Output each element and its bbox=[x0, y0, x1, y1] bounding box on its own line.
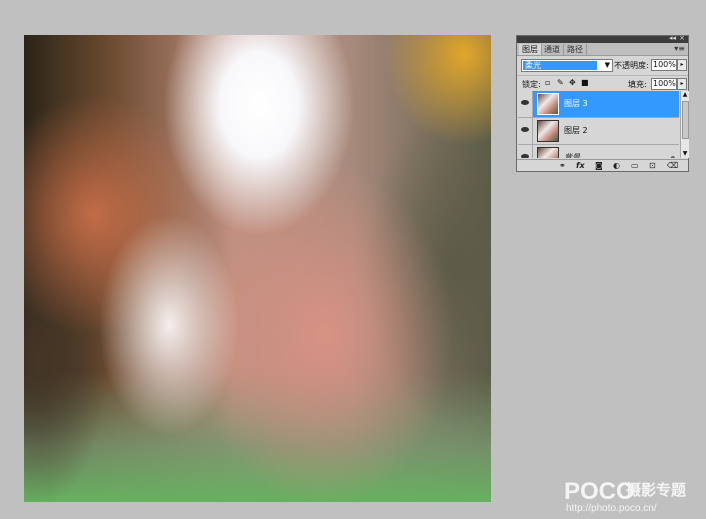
tab-paths[interactable]: 路径 bbox=[564, 44, 587, 55]
eye-icon bbox=[521, 100, 529, 105]
scroll-up-icon[interactable]: ▲ bbox=[681, 91, 689, 99]
layer-thumbnail bbox=[537, 147, 559, 158]
adjustment-layer-icon[interactable]: ◐ bbox=[613, 161, 620, 171]
eye-icon bbox=[521, 127, 529, 132]
visibility-toggle[interactable] bbox=[518, 118, 533, 144]
scroll-thumb[interactable] bbox=[682, 101, 689, 139]
visibility-toggle[interactable] bbox=[518, 91, 533, 117]
visibility-toggle[interactable] bbox=[518, 145, 533, 158]
panel-title-bar: ◂◂ × bbox=[517, 34, 688, 43]
close-icon[interactable]: × bbox=[679, 34, 685, 43]
lock-fill-row: 锁定: ▫ ✎ ✥ ■ 填充: 100% ▸ bbox=[517, 75, 688, 90]
opacity-input[interactable]: 100% bbox=[651, 59, 677, 71]
tab-layers[interactable]: 图层 bbox=[519, 44, 542, 55]
opacity-label: 不透明度: bbox=[614, 61, 649, 70]
layer-name: 图层 2 bbox=[564, 126, 588, 135]
lock-position-icon[interactable]: ✥ bbox=[569, 78, 576, 87]
blend-mode-value: 柔光 bbox=[523, 61, 597, 70]
lock-image-pixels-icon[interactable]: ✎ bbox=[557, 78, 564, 87]
layer-row-background[interactable]: 背景 🔒︎ bbox=[518, 145, 679, 158]
watermark-logo: POCO bbox=[564, 478, 635, 505]
watermark-url: http://photo.poco.cn/ bbox=[566, 503, 657, 514]
layer-thumbnail bbox=[537, 93, 559, 115]
new-layer-icon[interactable]: ⊡ bbox=[649, 161, 656, 171]
scroll-down-icon[interactable]: ▼ bbox=[681, 150, 689, 158]
fill-input[interactable]: 100% bbox=[651, 78, 677, 90]
layer-name: 背景 bbox=[564, 153, 580, 158]
layers-scrollbar[interactable]: ▲ ▼ bbox=[680, 91, 689, 158]
fill-label: 填充: bbox=[628, 80, 647, 89]
watermark-title: 摄影专题 bbox=[626, 481, 687, 499]
blend-opacity-row: 柔光 ▼ 不透明度: 100% ▸ bbox=[517, 57, 688, 73]
document-canvas[interactable] bbox=[24, 35, 491, 502]
layer-thumbnail bbox=[537, 120, 559, 142]
collapse-icon[interactable]: ◂◂ bbox=[669, 34, 676, 43]
layer-style-icon[interactable]: fx bbox=[576, 161, 585, 171]
opacity-slider-arrow-icon[interactable]: ▸ bbox=[677, 59, 687, 71]
new-group-icon[interactable]: ▭ bbox=[631, 161, 639, 171]
blend-mode-select[interactable]: 柔光 ▼ bbox=[521, 59, 613, 72]
layers-panel: ◂◂ × 图层 通道 路径 ▾≡ 柔光 ▼ 不透明度: 100% ▸ 锁定: ▫… bbox=[516, 34, 689, 172]
dropdown-arrow-icon[interactable]: ▼ bbox=[605, 60, 610, 71]
panel-tabs: 图层 通道 路径 ▾≡ bbox=[517, 43, 688, 56]
eye-icon bbox=[521, 154, 529, 158]
layer-name: 图层 3 bbox=[564, 99, 588, 108]
layer-row-2[interactable]: 图层 2 bbox=[518, 118, 679, 145]
layer-row-3[interactable]: 图层 3 bbox=[518, 91, 679, 118]
add-mask-icon[interactable]: ◙ bbox=[595, 161, 603, 171]
fill-slider-arrow-icon[interactable]: ▸ bbox=[677, 78, 687, 90]
layers-list: 图层 3 图层 2 背景 🔒︎ bbox=[518, 91, 679, 158]
delete-layer-icon[interactable]: ⌫ bbox=[667, 161, 678, 171]
panel-menu-icon[interactable]: ▾≡ bbox=[674, 43, 685, 55]
link-layers-icon[interactable]: ⚭ bbox=[559, 161, 566, 171]
lock-all-icon[interactable]: ■ bbox=[581, 78, 589, 87]
lock-label: 锁定: bbox=[522, 80, 541, 89]
tab-channels[interactable]: 通道 bbox=[541, 44, 564, 55]
panel-footer: ⚭ fx ◙ ◐ ▭ ⊡ ⌫ bbox=[517, 159, 688, 172]
layer-lock-icon: 🔒︎ bbox=[670, 153, 675, 158]
lock-transparent-pixels-icon[interactable]: ▫ bbox=[545, 78, 550, 87]
